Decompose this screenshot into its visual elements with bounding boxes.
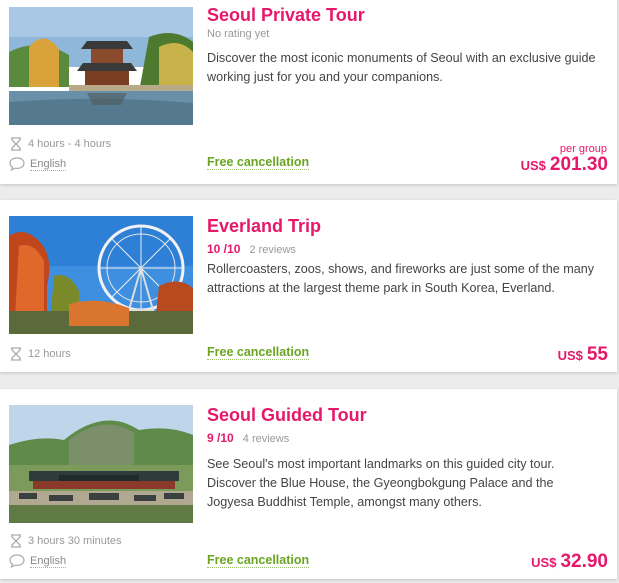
price-amount: 32.90 bbox=[560, 551, 608, 572]
price-amount: 201.30 bbox=[549, 154, 608, 175]
currency: US$ bbox=[531, 555, 557, 570]
rating-text: No rating yet bbox=[207, 28, 270, 40]
language-link[interactable]: English bbox=[30, 555, 67, 568]
rating-score: 10 /10 bbox=[207, 242, 241, 256]
duration: 3 hours 30 minutes bbox=[9, 534, 122, 548]
currency: US$ bbox=[520, 158, 546, 173]
hourglass-icon bbox=[11, 534, 21, 548]
review-count: 4 reviews bbox=[242, 433, 290, 445]
tour-card-seoul-guided[interactable]: Seoul Guided Tour 9 /10 4 reviews See Se… bbox=[0, 389, 617, 579]
review-count: 2 reviews bbox=[249, 244, 296, 256]
palace-mountain-photo bbox=[9, 405, 193, 523]
tour-title[interactable]: Seoul Guided Tour bbox=[207, 405, 367, 426]
tour-title[interactable]: Seoul Private Tour bbox=[207, 5, 365, 26]
currency: US$ bbox=[557, 348, 583, 363]
price: US$ 55 bbox=[558, 344, 608, 366]
tour-image[interactable] bbox=[9, 7, 193, 125]
palace-pavilion-photo bbox=[9, 7, 193, 125]
tour-image[interactable] bbox=[9, 405, 193, 523]
hourglass-icon bbox=[11, 137, 21, 151]
duration-text: 3 hours 30 minutes bbox=[28, 535, 122, 547]
tour-description: Discover the most iconic monuments of Se… bbox=[207, 51, 596, 84]
rating: 9 /10 4 reviews bbox=[207, 431, 289, 445]
free-cancellation-link[interactable]: Free cancellation bbox=[207, 155, 310, 170]
tour-card-seoul-private[interactable]: Seoul Private Tour No rating yet Discove… bbox=[0, 0, 617, 184]
ferris-wheel-photo bbox=[9, 216, 193, 334]
price-amount: 55 bbox=[586, 344, 608, 365]
rating-score: 9 /10 bbox=[207, 431, 234, 445]
rating: 10 /10 2 reviews bbox=[207, 242, 296, 256]
hourglass-icon bbox=[11, 347, 21, 361]
free-cancellation-link[interactable]: Free cancellation bbox=[207, 553, 310, 568]
price: US$ 201.30 bbox=[521, 154, 608, 176]
tour-title[interactable]: Everland Trip bbox=[207, 216, 321, 237]
duration: 4 hours - 4 hours bbox=[9, 137, 111, 151]
language: English bbox=[9, 157, 67, 171]
tour-description: Rollercoasters, zoos, shows, and firewor… bbox=[207, 262, 595, 295]
language-link[interactable]: English bbox=[30, 158, 67, 171]
tour-description: See Seoul's most important landmarks on … bbox=[207, 457, 555, 509]
speech-bubble-icon bbox=[9, 554, 25, 568]
price: US$ 32.90 bbox=[531, 551, 608, 573]
speech-bubble-icon bbox=[9, 157, 25, 171]
tour-image[interactable] bbox=[9, 216, 193, 334]
duration-text: 4 hours - 4 hours bbox=[28, 138, 112, 150]
free-cancellation-link[interactable]: Free cancellation bbox=[207, 345, 310, 360]
language: English bbox=[9, 554, 67, 568]
duration-text: 12 hours bbox=[28, 348, 71, 360]
duration: 12 hours bbox=[9, 347, 71, 361]
tour-card-everland[interactable]: Everland Trip 10 /10 2 reviews Rollercoa… bbox=[0, 200, 617, 372]
